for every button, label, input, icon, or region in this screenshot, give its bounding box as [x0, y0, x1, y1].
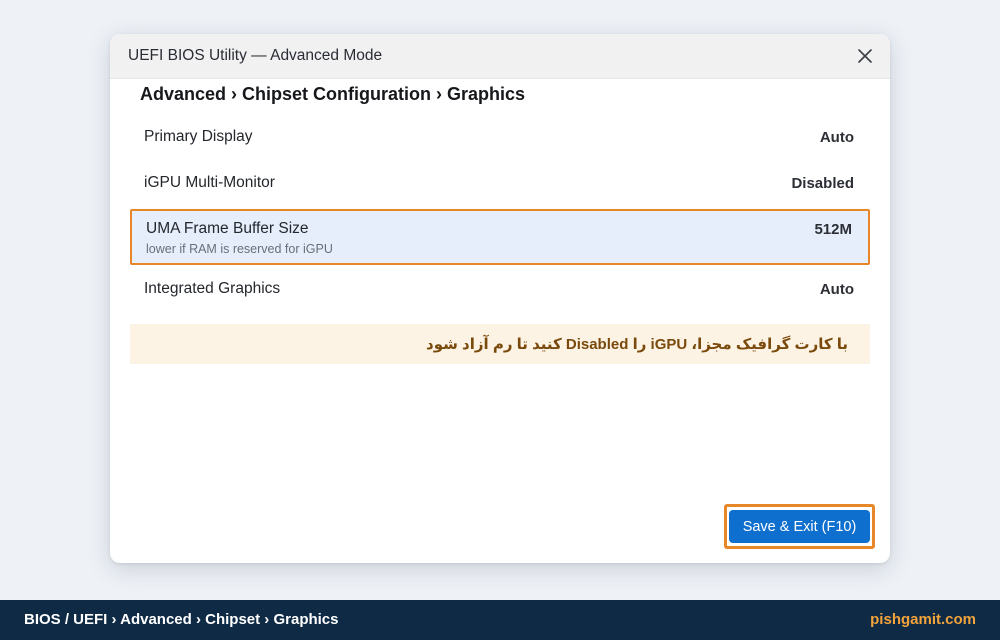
close-button[interactable]	[854, 45, 876, 67]
title-bar: UEFI BIOS Utility — Advanced Mode	[110, 34, 890, 79]
breadcrumb: Advanced › Chipset Configuration › Graph…	[140, 84, 526, 104]
setting-row-uma-frame-buffer-size[interactable]: UMA Frame Buffer Size lower if RAM is re…	[130, 209, 870, 265]
setting-value: 512M	[814, 221, 852, 238]
save-exit-button[interactable]: Save & Exit (F10)	[729, 510, 870, 543]
setting-row-igpu-multi-monitor[interactable]: iGPU Multi-Monitor Disabled	[130, 166, 870, 206]
setting-value: Auto	[819, 129, 854, 146]
setting-label: Integrated Graphics	[144, 280, 281, 297]
notice-text: با کارت گرافیک مجزا، iGPU را Disabled کن…	[426, 336, 848, 353]
close-icon	[858, 49, 872, 63]
window-title: UEFI BIOS Utility — Advanced Mode	[128, 47, 383, 64]
footer-bar: BIOS / UEFI › Advanced › Chipset › Graph…	[0, 600, 1000, 640]
setting-label: iGPU Multi-Monitor	[144, 174, 275, 191]
setting-label: Primary Display	[144, 128, 253, 145]
bios-window: UEFI BIOS Utility — Advanced Mode Advanc…	[110, 34, 890, 563]
setting-value: Auto	[819, 281, 854, 298]
setting-value: Disabled	[791, 175, 854, 192]
notice-banner: با کارت گرافیک مجزا، iGPU را Disabled کن…	[130, 324, 870, 364]
setting-row-primary-display[interactable]: Primary Display Auto	[130, 120, 870, 160]
setting-label: UMA Frame Buffer Size	[146, 220, 309, 237]
footer-breadcrumb: BIOS / UEFI › Advanced › Chipset › Graph…	[24, 611, 339, 628]
setting-hint: lower if RAM is reserved for iGPU	[146, 242, 333, 256]
setting-row-integrated-graphics[interactable]: Integrated Graphics Auto	[130, 272, 870, 312]
footer-brand: pishgamit.com	[870, 611, 976, 628]
